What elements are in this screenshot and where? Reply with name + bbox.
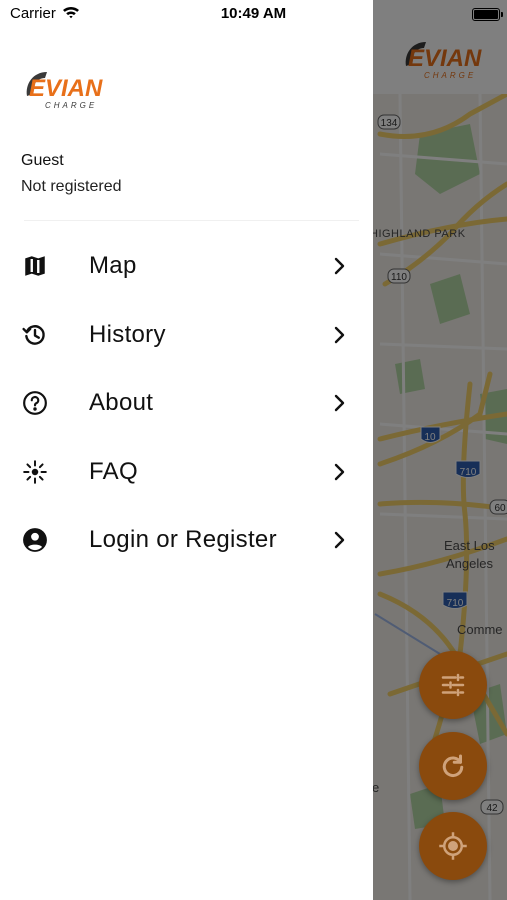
menu-item-history[interactable]: History xyxy=(0,301,373,370)
map-icon xyxy=(21,252,49,280)
chevron-right-icon xyxy=(331,393,347,413)
locate-fab[interactable] xyxy=(419,812,487,880)
drawer-menu: Map History About FAQ Login or Register xyxy=(0,232,373,575)
tune-icon xyxy=(441,673,465,697)
menu-item-label: FAQ xyxy=(89,457,138,485)
account-circle-icon xyxy=(21,526,49,554)
help-circle-icon xyxy=(21,389,49,417)
menu-item-label: About xyxy=(89,389,154,417)
menu-item-label: Map xyxy=(89,252,137,280)
crosshair-icon xyxy=(439,832,467,860)
status-time: 10:49 AM xyxy=(220,5,287,22)
filter-fab[interactable] xyxy=(419,651,487,719)
chevron-right-icon xyxy=(331,462,347,482)
chevron-right-icon xyxy=(331,325,347,345)
menu-item-map[interactable]: Map xyxy=(0,232,373,301)
status-bar: Carrier 10:49 AM xyxy=(0,0,507,30)
menu-item-about[interactable]: About xyxy=(0,369,373,438)
refresh-icon xyxy=(442,754,464,777)
battery-icon xyxy=(472,8,503,21)
sparkle-icon xyxy=(21,458,49,486)
menu-item-faq[interactable]: FAQ xyxy=(0,438,373,507)
user-name: Guest xyxy=(21,152,64,169)
divider xyxy=(24,220,359,221)
history-icon xyxy=(21,321,49,349)
chevron-right-icon xyxy=(331,256,347,276)
menu-item-login[interactable]: Login or Register xyxy=(0,506,373,575)
refresh-fab[interactable] xyxy=(419,732,487,800)
drawer-logo: EVIAN CHARGE xyxy=(26,72,103,110)
menu-item-label: Login or Register xyxy=(89,526,277,554)
svg-text:EVIAN: EVIAN xyxy=(29,75,103,102)
chevron-right-icon xyxy=(331,530,347,550)
svg-text:CHARGE: CHARGE xyxy=(45,101,97,110)
menu-item-label: History xyxy=(89,320,166,348)
user-status: Not registered xyxy=(21,178,122,195)
side-drawer: EVIAN CHARGE Guest Not registered Map Hi… xyxy=(0,0,373,900)
